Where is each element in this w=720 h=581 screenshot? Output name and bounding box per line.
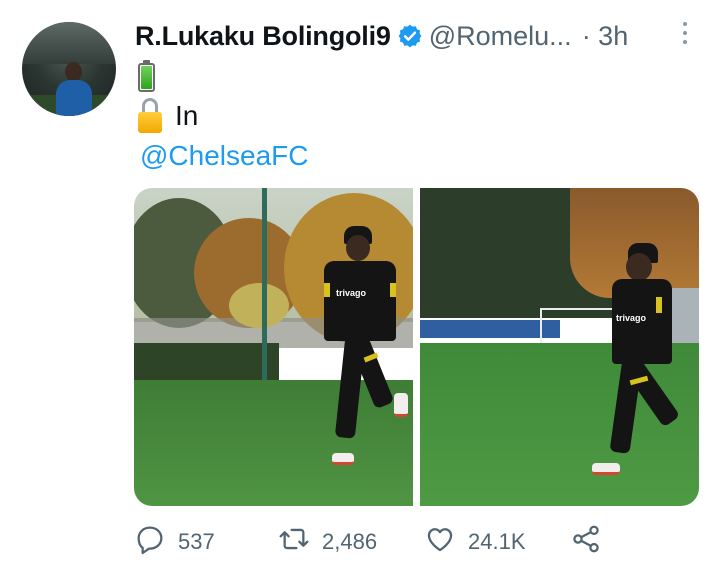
reply-count: 537 (178, 529, 215, 554)
like-count: 24.1K (468, 529, 526, 554)
photo-2[interactable]: trivago (420, 188, 699, 506)
reply-button[interactable]: 537 (134, 524, 215, 560)
share-icon (570, 523, 602, 561)
avatar-person-head (65, 62, 82, 82)
author-handle[interactable]: @Romelu... (429, 21, 572, 52)
tweet-header: R.Lukaku Bolingoli9 @Romelu... · 3h (135, 14, 628, 58)
player-figure: trivago (590, 243, 699, 493)
mention-link[interactable]: @ChelseaFC (140, 140, 308, 172)
photo-1[interactable]: trivago (134, 188, 413, 506)
tweet-text-in: In (175, 100, 199, 131)
tweet[interactable]: R.Lukaku Bolingoli9 @Romelu... · 3h In @… (0, 0, 720, 581)
lock-icon (137, 98, 163, 134)
tweet-timestamp[interactable]: · 3h (582, 21, 629, 52)
tweet-actions: 537 2,486 24.1K (134, 524, 714, 560)
avatar[interactable] (22, 22, 116, 116)
player-figure: trivago (314, 223, 413, 473)
more-vertical-icon[interactable] (678, 22, 692, 50)
media-divider (413, 188, 420, 506)
verified-badge-icon (397, 23, 423, 49)
retweet-count: 2,486 (322, 529, 378, 554)
avatar-sky (22, 22, 116, 65)
tweet-text-line-1 (137, 60, 156, 92)
media-grid: trivago trivago (134, 188, 699, 506)
retweet-icon (278, 523, 310, 561)
share-button[interactable] (570, 524, 602, 560)
author-name[interactable]: R.Lukaku Bolingoli9 (135, 21, 391, 52)
tweet-text-line-2: In (137, 98, 198, 134)
sponsor-text: trivago (616, 313, 647, 323)
reply-icon (134, 523, 166, 561)
retweet-button[interactable]: 2,486 (278, 524, 377, 560)
avatar-person-body (56, 80, 92, 116)
like-button[interactable]: 24.1K (424, 524, 526, 560)
battery-icon (137, 60, 156, 92)
heart-icon (424, 523, 456, 561)
sponsor-text: trivago (336, 288, 367, 298)
